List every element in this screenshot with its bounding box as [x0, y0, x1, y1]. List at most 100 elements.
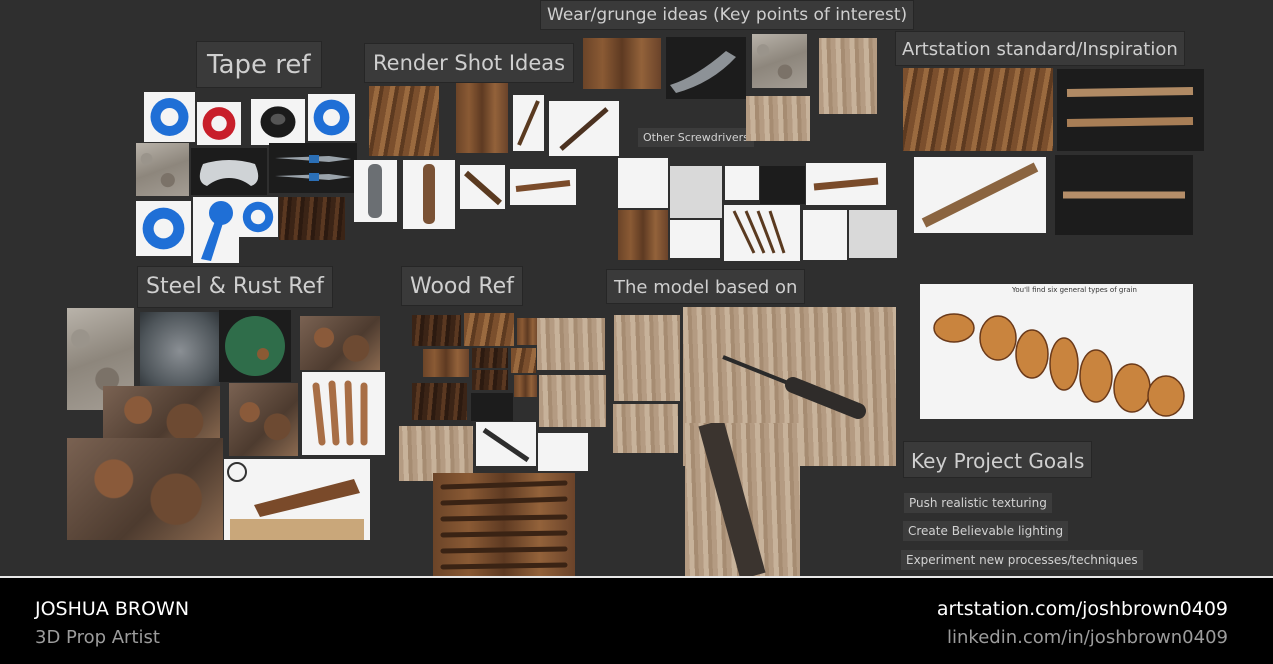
wood-texture-image[interactable] — [423, 349, 469, 377]
wood-texture-image[interactable] — [412, 383, 467, 420]
wood-texture-image[interactable] — [472, 348, 508, 368]
model-reference-closeup[interactable] — [685, 423, 800, 576]
rusty-tool-icon — [227, 462, 364, 540]
tape-blue-image[interactable] — [238, 197, 278, 237]
steel-rust-image[interactable] — [229, 383, 298, 456]
tape-roll-icon — [260, 106, 296, 138]
wood-ref-screwdriver[interactable] — [537, 318, 605, 370]
tape-black-image[interactable] — [251, 99, 305, 145]
steel-rust-image[interactable] — [219, 310, 291, 382]
artstation-image[interactable] — [1055, 155, 1193, 235]
sphere-icon — [225, 316, 285, 376]
tape-blue-image[interactable] — [144, 92, 195, 142]
wood-texture-image[interactable] — [472, 370, 508, 390]
screwdriver-icon — [698, 423, 766, 576]
wood-ref-screwdriver[interactable] — [539, 375, 606, 427]
goal-item: Push realistic texturing — [904, 493, 1052, 513]
screwdriver-image[interactable] — [618, 210, 668, 260]
screwdriver-icon — [921, 162, 1039, 228]
steel-rust-image[interactable] — [103, 386, 220, 446]
screwdriver-image[interactable] — [618, 158, 668, 208]
steel-rust-image[interactable] — [302, 372, 385, 455]
wood-texture-image[interactable] — [517, 318, 538, 345]
screwdriver-set-icon — [312, 380, 368, 446]
label-key-project-goals: Key Project Goals — [903, 441, 1093, 478]
label-render-shot-ideas: Render Shot Ideas — [364, 43, 575, 83]
wood-ref-screwdriver[interactable] — [538, 433, 588, 471]
label-artstation: Artstation standard/Inspiration — [895, 31, 1185, 66]
wear-image[interactable] — [666, 37, 746, 99]
artstation-link[interactable]: artstation.com/joshbrown0409 — [937, 598, 1228, 620]
screwdriver-icon — [423, 164, 435, 224]
screwdriver-render-icon — [1066, 87, 1194, 127]
tape-roll-icon — [313, 99, 350, 136]
tape-blue-image[interactable] — [136, 201, 191, 256]
steel-rust-image[interactable] — [140, 312, 220, 390]
screwdriver-icon — [1063, 191, 1185, 199]
screwdriver-image[interactable] — [803, 210, 847, 260]
model-reference-image[interactable] — [614, 315, 680, 401]
render-shot-image[interactable] — [510, 169, 576, 205]
screwdriver-image[interactable] — [670, 166, 722, 218]
render-shot-image[interactable] — [456, 83, 508, 153]
label-other-screwdrivers: Other Screwdrivers — [638, 128, 754, 147]
render-shot-image[interactable] — [369, 86, 439, 156]
wood-grain-chart[interactable]: You'll find six general types of grain — [920, 284, 1193, 419]
tape-red-image[interactable] — [197, 102, 241, 145]
tape-roll-icon — [242, 201, 274, 233]
wear-image[interactable] — [819, 38, 877, 114]
screwdriver-icon — [813, 177, 879, 191]
render-shot-image[interactable] — [513, 95, 544, 151]
artstation-image[interactable] — [903, 68, 1053, 151]
artist-name: JOSHUA BROWN — [35, 598, 190, 620]
screwdriver-image[interactable] — [806, 163, 886, 205]
screwdriver-set-icon — [732, 210, 786, 254]
taped-handle-image[interactable] — [136, 143, 189, 196]
wood-texture-image[interactable] — [514, 375, 537, 397]
screwdriver-photo[interactable] — [279, 197, 345, 240]
wood-texture-image[interactable] — [471, 393, 513, 421]
wood-texture-image[interactable] — [511, 348, 536, 373]
wood-ref-screwdriver[interactable] — [476, 422, 536, 466]
steel-rust-image[interactable] — [300, 316, 380, 370]
wood-ref-screwdriver-set[interactable] — [433, 473, 575, 576]
goal-item: Create Believable lighting — [903, 521, 1069, 541]
footer-bar: JOSHUA BROWN 3D Prop Artist artstation.c… — [0, 576, 1273, 664]
screwdriver-icon — [559, 107, 609, 151]
steel-rust-image[interactable] — [67, 438, 223, 540]
model-reference-image[interactable] — [613, 404, 678, 453]
wear-image[interactable] — [746, 96, 810, 141]
screwdriver-image[interactable] — [760, 166, 805, 204]
knives-image[interactable] — [269, 143, 357, 193]
tape-blue-image[interactable] — [308, 94, 355, 141]
screwdriver-image[interactable] — [670, 220, 720, 258]
wear-image[interactable] — [583, 38, 661, 89]
label-wood-ref: Wood Ref — [401, 266, 523, 306]
moodboard-canvas[interactable]: Wear/grunge ideas (Key points of interes… — [0, 0, 1273, 576]
controller-image[interactable] — [191, 148, 267, 195]
gamepad-icon — [199, 160, 259, 186]
screwdriver-icon — [368, 164, 382, 218]
steel-rust-image[interactable] — [224, 459, 370, 540]
knife-icon — [275, 155, 351, 181]
wood-texture-image[interactable] — [464, 313, 514, 346]
wood-texture-image[interactable] — [412, 315, 461, 346]
tape-blue-strip-image[interactable] — [193, 197, 239, 263]
render-shot-image[interactable] — [403, 160, 455, 229]
screwdriver-render-icon — [670, 51, 736, 93]
artstation-image[interactable] — [1057, 69, 1204, 151]
render-shot-image[interactable] — [354, 160, 397, 222]
grain-chart-title: You'll find six general types of grain — [1012, 286, 1137, 294]
label-model-based-on: The model based on — [606, 269, 806, 304]
tape-roll-icon — [142, 207, 185, 250]
linkedin-link[interactable]: linkedin.com/in/joshbrown0409 — [947, 627, 1228, 648]
render-shot-image[interactable] — [549, 101, 619, 156]
wear-image[interactable] — [752, 34, 807, 88]
screwdriver-image[interactable] — [724, 205, 800, 261]
screwdriver-image[interactable] — [849, 210, 897, 258]
artstation-image[interactable] — [914, 157, 1046, 233]
label-tape-ref: Tape ref — [196, 41, 322, 88]
screwdriver-image[interactable] — [725, 166, 759, 200]
render-shot-image[interactable] — [460, 165, 505, 209]
artist-role: 3D Prop Artist — [35, 627, 160, 648]
